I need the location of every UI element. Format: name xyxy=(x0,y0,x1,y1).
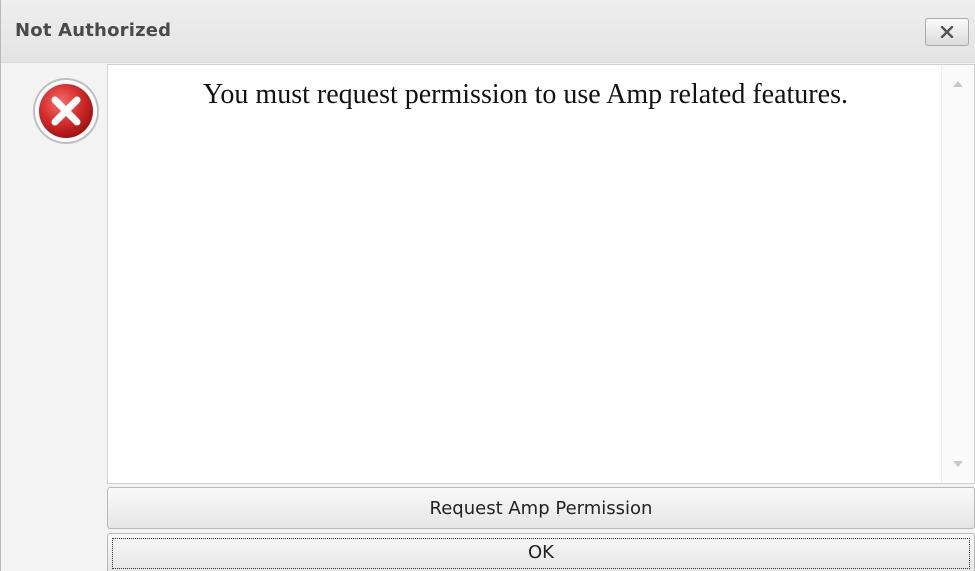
request-amp-permission-button[interactable]: Request Amp Permission xyxy=(107,487,975,529)
title-bar[interactable]: Not Authorized xyxy=(1,0,975,63)
focus-ring xyxy=(112,538,970,569)
scroll-down-icon[interactable] xyxy=(952,459,964,469)
request-button-label: Request Amp Permission xyxy=(429,497,653,519)
vertical-scrollbar[interactable] xyxy=(941,65,974,483)
message-text: You must request permission to use Amp r… xyxy=(203,79,848,110)
dialog-title: Not Authorized xyxy=(15,20,172,41)
not-authorized-dialog: Not Authorized You must request permissi… xyxy=(0,0,975,571)
message-area: You must request permission to use Amp r… xyxy=(107,64,975,484)
close-button[interactable] xyxy=(925,18,969,46)
error-icon xyxy=(31,76,101,146)
close-icon xyxy=(940,26,954,38)
ok-button[interactable]: OK xyxy=(107,533,975,571)
scroll-up-icon[interactable] xyxy=(952,79,964,89)
